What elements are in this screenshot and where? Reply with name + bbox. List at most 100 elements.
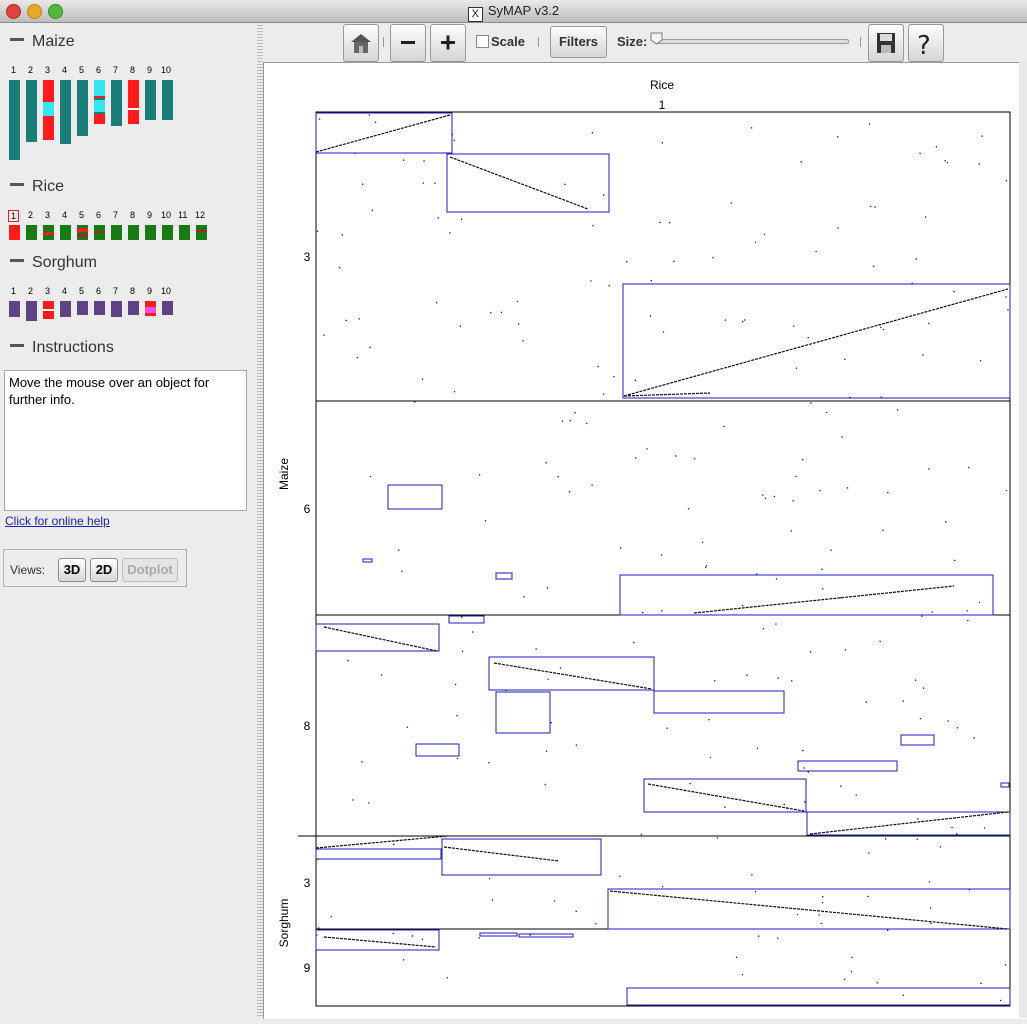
hit-dot bbox=[777, 677, 779, 679]
dotplot-canvas[interactable]: Rice 1 Maize Sorghum 3 6 8 3 9 bbox=[263, 62, 1027, 1019]
hit-dot bbox=[896, 409, 899, 411]
size-slider[interactable] bbox=[655, 39, 849, 44]
hit-dot bbox=[763, 233, 766, 236]
zoom-in-button[interactable] bbox=[430, 24, 466, 62]
chromosome-region bbox=[94, 231, 105, 233]
chromosome-number: 2 bbox=[28, 286, 34, 296]
chromosome-region bbox=[43, 309, 54, 311]
chromosome-bar[interactable] bbox=[60, 301, 71, 317]
hit-dot bbox=[887, 492, 889, 494]
hit-dot bbox=[661, 886, 664, 888]
chromosome-bar[interactable] bbox=[94, 301, 105, 315]
synteny-dotline bbox=[647, 783, 805, 812]
zoom-out-button[interactable] bbox=[390, 24, 426, 62]
hit-dot bbox=[620, 547, 622, 549]
online-help-link[interactable]: Click for online help bbox=[5, 514, 110, 528]
chromosome-bar[interactable] bbox=[111, 80, 122, 126]
chromosome-bar[interactable] bbox=[128, 80, 139, 124]
instructions-section-title[interactable]: Instructions bbox=[10, 339, 114, 357]
hit-dot bbox=[461, 650, 464, 652]
views-label: Views: bbox=[10, 563, 46, 577]
chromosome-bar[interactable] bbox=[26, 80, 37, 142]
window-title: X SyMAP v3.2 bbox=[0, 3, 1027, 22]
chromosome-number: 5 bbox=[79, 210, 85, 220]
hit-dot bbox=[756, 573, 758, 575]
chromosome-bar[interactable] bbox=[145, 225, 156, 240]
hit-dot bbox=[879, 640, 881, 642]
filters-button[interactable]: Filters bbox=[550, 26, 607, 58]
hit-dot bbox=[561, 420, 564, 422]
hit-dot bbox=[633, 641, 635, 644]
synteny-dotline bbox=[315, 114, 451, 153]
chromosome-bar[interactable] bbox=[196, 225, 207, 240]
view-2d-button[interactable]: 2D bbox=[90, 558, 118, 582]
vertical-scrollbar[interactable] bbox=[1019, 62, 1027, 1018]
hit-dot bbox=[882, 529, 884, 531]
chromosome-bar[interactable] bbox=[145, 301, 156, 316]
hit-dot bbox=[750, 127, 753, 129]
chromosome-bar[interactable] bbox=[9, 80, 20, 160]
dotplot-svg[interactable]: Rice 1 Maize Sorghum 3 6 8 3 9 bbox=[264, 63, 1027, 1019]
chromosome-bar[interactable] bbox=[9, 225, 20, 240]
chromosome-bar[interactable] bbox=[60, 225, 71, 240]
chromosome-bar[interactable] bbox=[77, 301, 88, 315]
chromosome-bar[interactable] bbox=[60, 80, 71, 144]
chromosome-bar[interactable] bbox=[162, 301, 173, 315]
chromosome-bar[interactable] bbox=[26, 301, 37, 321]
hit-dot bbox=[491, 899, 494, 901]
chromosome-bar[interactable] bbox=[162, 225, 173, 240]
view-3d-button[interactable]: 3D bbox=[58, 558, 86, 582]
synteny-block bbox=[653, 690, 785, 714]
chromosome-number: 8 bbox=[130, 65, 136, 75]
chromosome-bar[interactable] bbox=[179, 225, 190, 240]
hit-dot bbox=[775, 578, 778, 580]
hit-dot bbox=[642, 612, 644, 614]
hit-dot bbox=[810, 402, 812, 404]
home-button[interactable] bbox=[343, 24, 379, 62]
hit-dot bbox=[953, 290, 955, 293]
hit-dot bbox=[317, 858, 319, 860]
chromosome-bar[interactable] bbox=[43, 80, 54, 140]
rice-section-title[interactable]: Rice bbox=[10, 178, 64, 196]
chromosome-bar[interactable] bbox=[77, 80, 88, 136]
chromosome-bar[interactable] bbox=[128, 301, 139, 315]
hit-dot bbox=[478, 474, 481, 476]
hit-dot bbox=[369, 346, 371, 348]
hit-dot bbox=[535, 648, 537, 650]
synteny-block bbox=[797, 760, 898, 772]
chromosome-bar[interactable] bbox=[26, 225, 37, 240]
hit-dot bbox=[669, 221, 671, 224]
chromosome-bar[interactable] bbox=[9, 301, 20, 317]
hit-dot bbox=[968, 466, 970, 469]
slider-thumb-icon[interactable] bbox=[650, 32, 663, 45]
sorghum-section-title[interactable]: Sorghum bbox=[10, 254, 97, 272]
chromosome-bar[interactable] bbox=[162, 80, 173, 120]
help-button[interactable]: ? bbox=[908, 24, 944, 62]
chromosome-bar[interactable] bbox=[43, 301, 54, 319]
maize-section-title[interactable]: Maize bbox=[10, 33, 75, 51]
chromosome-bar[interactable] bbox=[128, 225, 139, 240]
scale-checkbox[interactable] bbox=[476, 35, 489, 48]
hit-dot bbox=[931, 611, 933, 613]
chromosome-bar[interactable] bbox=[43, 225, 54, 240]
synteny-block bbox=[362, 558, 373, 563]
chromosome-bar[interactable] bbox=[145, 80, 156, 120]
chromosome-region bbox=[145, 313, 156, 316]
collapse-icon bbox=[10, 259, 24, 262]
hit-dot bbox=[635, 457, 637, 459]
synteny-dotline bbox=[809, 811, 1009, 835]
chromosome-region bbox=[94, 96, 105, 98]
hit-dot bbox=[887, 929, 889, 931]
hit-dot bbox=[516, 300, 519, 303]
hit-dot bbox=[954, 559, 956, 562]
chromosome-bar[interactable] bbox=[94, 80, 105, 124]
save-button[interactable] bbox=[868, 24, 904, 62]
chromosome-number: 6 bbox=[96, 210, 102, 220]
chromosome-bar[interactable] bbox=[77, 225, 88, 240]
chromosome-bar[interactable] bbox=[111, 301, 122, 317]
chromosome-bar[interactable] bbox=[111, 225, 122, 240]
view-dotplot-button[interactable]: Dotplot bbox=[122, 558, 178, 582]
hit-dot bbox=[472, 631, 474, 633]
hit-dot bbox=[956, 727, 958, 729]
chromosome-bar[interactable] bbox=[94, 225, 105, 240]
